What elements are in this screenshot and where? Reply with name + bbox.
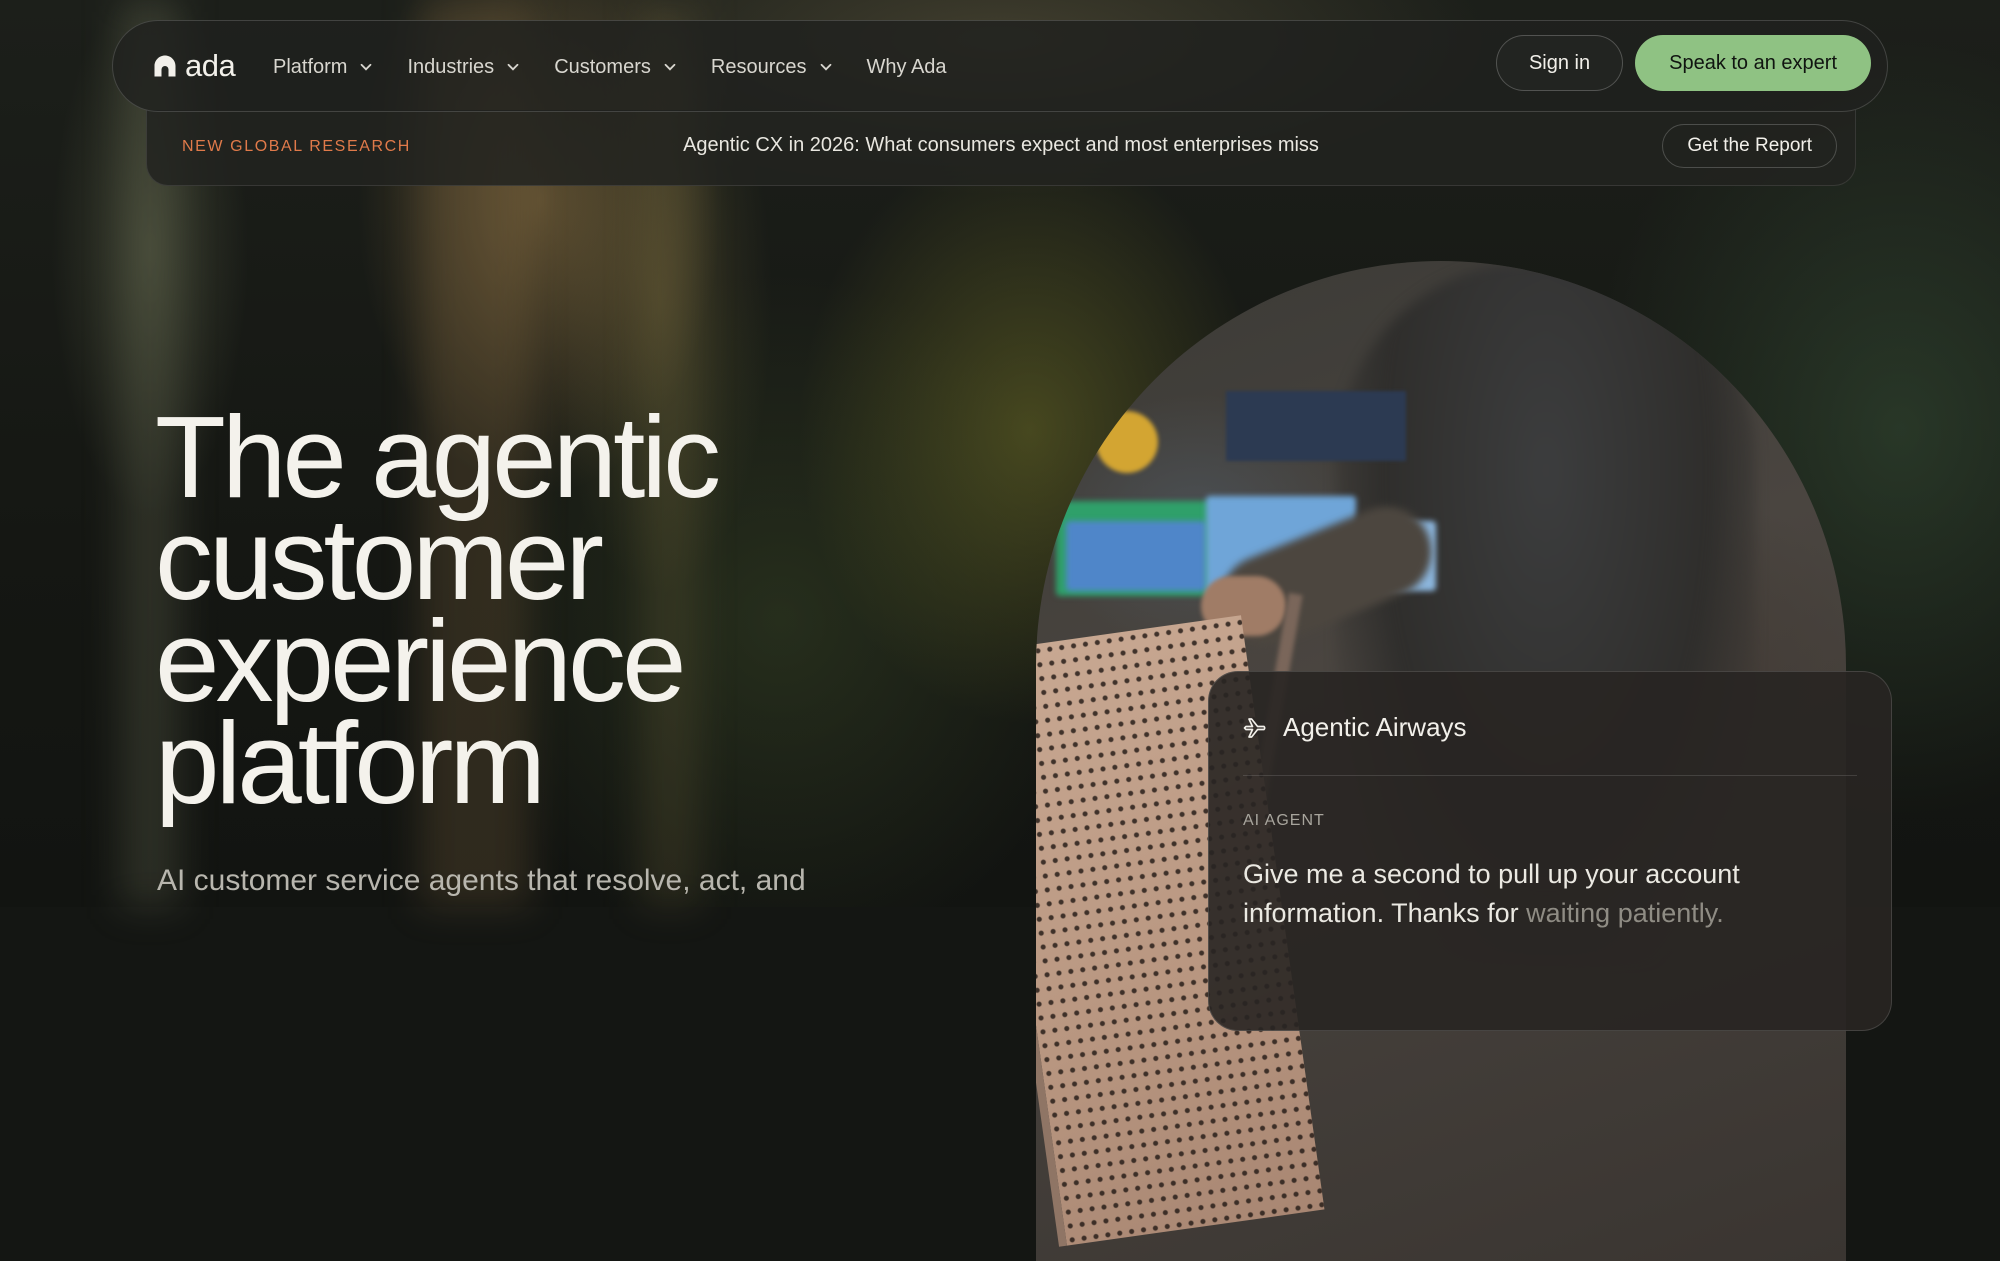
nav-item-label: Industries xyxy=(407,55,495,78)
nav-item-customers[interactable]: Customers xyxy=(554,56,677,79)
nav-actions: Sign in Speak to an expert xyxy=(1495,35,1871,91)
hero-title: The agentic customer experience platform xyxy=(155,392,721,828)
get-report-button[interactable]: Get the Report xyxy=(1662,124,1837,168)
announcement-text[interactable]: Agentic CX in 2026: What consumers expec… xyxy=(147,134,1855,157)
chevron-down-icon xyxy=(664,63,676,71)
chevron-down-icon xyxy=(361,63,372,71)
nav-item-label: Customers xyxy=(554,55,651,78)
chevron-down-icon xyxy=(820,63,831,71)
nav-item-platform[interactable]: Platform xyxy=(273,56,373,79)
chevron-down-icon xyxy=(507,63,519,71)
nav-item-resources[interactable]: Resources xyxy=(711,56,833,79)
announcement-bar: NEW GLOBAL RESEARCH Agentic CX in 2026: … xyxy=(146,110,1856,186)
hero-subtitle: AI customer service agents that resolve,… xyxy=(157,864,806,897)
speak-to-expert-button[interactable]: Speak to an expert xyxy=(1635,35,1871,91)
photo-information-sign xyxy=(1226,391,1406,461)
airplane-icon xyxy=(1243,717,1266,738)
chat-message-line: Give me a second to pull up your account xyxy=(1243,859,1740,889)
brand-name: ada xyxy=(185,48,236,83)
photo-departure-screen xyxy=(1066,521,1206,591)
top-navigation: ada Platform Industries Customers Resour… xyxy=(112,20,1888,112)
chat-message-typing: waiting patiently. xyxy=(1526,898,1724,928)
chat-message-line: information. Thanks for xyxy=(1243,898,1527,928)
brand-logo[interactable]: ada xyxy=(153,48,236,83)
nav-item-industries[interactable]: Industries xyxy=(407,56,520,79)
nav-item-label: Resources xyxy=(710,55,807,78)
airline-name: Agentic Airways xyxy=(1283,712,1467,742)
nav-item-label: Why Ada xyxy=(866,55,947,78)
chat-sender-label: AI AGENT xyxy=(1243,812,1325,829)
nav-links: Platform Industries Customers Resources … xyxy=(273,21,981,113)
nav-item-why-ada[interactable]: Why Ada xyxy=(867,56,947,79)
ada-logo-icon xyxy=(154,55,176,77)
nav-item-label: Platform xyxy=(273,55,348,78)
photo-airport-sign-light xyxy=(1096,411,1158,473)
ai-agent-chat-card: Agentic Airways AI AGENT Give me a secon… xyxy=(1208,671,1892,1031)
chat-card-divider xyxy=(1243,775,1857,776)
chat-card-header: Agentic Airways xyxy=(1243,712,1467,743)
chat-message: Give me a second to pull up your account… xyxy=(1243,855,1763,933)
sign-in-button[interactable]: Sign in xyxy=(1495,35,1624,91)
